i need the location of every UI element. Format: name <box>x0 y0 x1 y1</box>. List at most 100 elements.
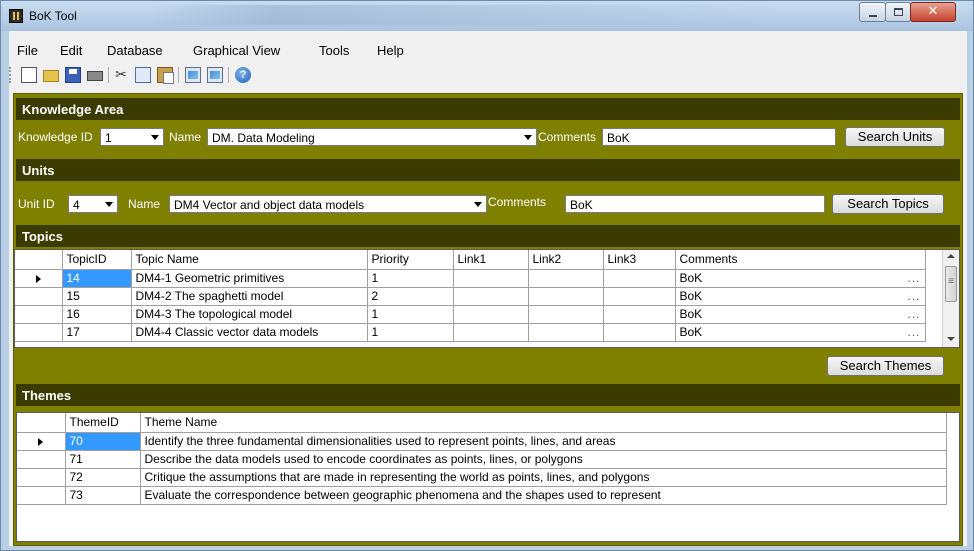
menu-database[interactable]: Database <box>107 43 163 58</box>
open-folder-icon[interactable] <box>43 70 59 82</box>
close-button[interactable]: ✕ <box>910 2 956 22</box>
row-header[interactable] <box>17 450 66 469</box>
search-themes-button[interactable]: Search Themes <box>827 356 944 376</box>
paste-icon[interactable] <box>157 67 174 84</box>
topic-name-cell[interactable]: DM4-4 Classic vector data models <box>131 323 368 342</box>
row-header[interactable] <box>15 305 63 324</box>
row-header[interactable] <box>17 468 66 487</box>
table-row[interactable]: 17 DM4-4 Classic vector data models 1 Bo… <box>15 323 926 342</box>
table-row[interactable]: 16 DM4-3 The topological model 1 BoK... <box>15 305 926 324</box>
link1-cell[interactable] <box>453 323 529 342</box>
theme-name-cell[interactable]: Identify the three fundamental dimension… <box>140 432 947 451</box>
menu-edit[interactable]: Edit <box>60 43 82 58</box>
menu-help[interactable]: Help <box>377 43 404 58</box>
table-row[interactable]: 15 DM4-2 The spaghetti model 2 BoK... <box>15 287 926 306</box>
menu-file[interactable]: File <box>17 43 38 58</box>
topic-name-cell[interactable]: DM4-2 The spaghetti model <box>131 287 368 306</box>
column-header[interactable]: Link2 <box>528 250 604 270</box>
theme-id-cell[interactable]: 72 <box>65 468 141 487</box>
table-row[interactable]: 70 Identify the three fundamental dimens… <box>17 432 947 451</box>
row-header[interactable] <box>15 287 63 306</box>
image-export-icon[interactable] <box>185 67 201 83</box>
search-topics-button[interactable]: Search Topics <box>832 194 944 214</box>
menu-graphical-view[interactable]: Graphical View <box>193 43 280 58</box>
topic-name-cell[interactable]: DM4-3 The topological model <box>131 305 368 324</box>
theme-id-cell[interactable]: 73 <box>65 486 141 505</box>
row-header[interactable] <box>17 486 66 505</box>
title-bar[interactable]: BoK Tool ✕ <box>1 1 973 31</box>
row-header[interactable] <box>15 269 63 288</box>
comments-cell[interactable]: BoK... <box>675 305 926 324</box>
priority-cell[interactable]: 1 <box>367 305 454 324</box>
link2-cell[interactable] <box>528 305 604 324</box>
comments-cell[interactable]: BoK... <box>675 269 926 288</box>
link3-cell[interactable] <box>603 269 676 288</box>
minimize-button[interactable] <box>859 2 886 22</box>
link3-cell[interactable] <box>603 323 676 342</box>
table-row[interactable]: 71 Describe the data models used to enco… <box>17 450 947 469</box>
unit-name-select[interactable]: DM4 Vector and object data models <box>169 195 487 213</box>
maximize-button[interactable] <box>885 2 911 22</box>
theme-name-cell[interactable]: Describe the data models used to encode … <box>140 450 947 469</box>
priority-cell[interactable]: 1 <box>367 323 454 342</box>
cut-icon[interactable]: ✂ <box>113 67 129 83</box>
link1-cell[interactable] <box>453 287 529 306</box>
comments-more-button[interactable]: ... <box>907 307 920 321</box>
save-icon[interactable] <box>65 67 81 83</box>
column-header[interactable]: Priority <box>367 250 454 270</box>
link2-cell[interactable] <box>528 269 604 288</box>
image-import-icon[interactable] <box>207 67 223 83</box>
column-header[interactable]: Topic Name <box>131 250 368 270</box>
copy-icon[interactable] <box>135 67 151 83</box>
theme-name-cell[interactable]: Critique the assumptions that are made i… <box>140 468 947 487</box>
comments-more-button[interactable]: ... <box>907 325 920 339</box>
help-icon[interactable]: ? <box>235 67 251 83</box>
knowledge-comments-field[interactable]: BoK <box>602 128 836 146</box>
topic-id-cell[interactable]: 14 <box>62 269 132 288</box>
menu-tools[interactable]: Tools <box>319 43 349 58</box>
row-header[interactable] <box>15 323 63 342</box>
unit-id-select[interactable]: 4 <box>68 195 118 213</box>
column-header[interactable]: Link3 <box>603 250 676 270</box>
table-row[interactable]: 73 Evaluate the correspondence between g… <box>17 486 947 505</box>
search-units-button[interactable]: Search Units <box>845 127 945 147</box>
knowledge-id-select[interactable]: 1 <box>100 128 164 146</box>
table-row[interactable]: 14 DM4-1 Geometric primitives 1 BoK... <box>15 269 926 288</box>
chevron-down-icon[interactable] <box>151 135 159 140</box>
topic-id-cell[interactable]: 16 <box>62 305 132 324</box>
link3-cell[interactable] <box>603 287 676 306</box>
priority-cell[interactable]: 1 <box>367 269 454 288</box>
column-header[interactable]: Comments <box>675 250 926 270</box>
theme-id-cell[interactable]: 70 <box>65 432 141 451</box>
knowledge-name-select[interactable]: DM. Data Modeling <box>207 128 537 146</box>
column-header[interactable]: ThemeID <box>65 413 141 433</box>
chevron-down-icon[interactable] <box>524 135 532 140</box>
topic-name-cell[interactable]: DM4-1 Geometric primitives <box>131 269 368 288</box>
scroll-up-icon[interactable] <box>947 254 955 258</box>
topic-id-cell[interactable]: 17 <box>62 323 132 342</box>
chevron-down-icon[interactable] <box>105 202 113 207</box>
new-file-icon[interactable] <box>21 67 37 83</box>
column-header[interactable]: TopicID <box>62 250 132 270</box>
link1-cell[interactable] <box>453 269 529 288</box>
row-header-corner[interactable] <box>17 413 66 433</box>
print-icon[interactable] <box>87 71 103 81</box>
link2-cell[interactable] <box>528 323 604 342</box>
toolbar-grip[interactable] <box>9 67 12 83</box>
theme-id-cell[interactable]: 71 <box>65 450 141 469</box>
comments-cell[interactable]: BoK... <box>675 287 926 306</box>
link1-cell[interactable] <box>453 305 529 324</box>
scroll-thumb[interactable] <box>945 266 957 302</box>
topic-id-cell[interactable]: 15 <box>62 287 132 306</box>
comments-more-button[interactable]: ... <box>907 271 920 285</box>
comments-more-button[interactable]: ... <box>907 289 920 303</box>
unit-comments-field[interactable]: BoK <box>565 195 825 213</box>
topics-scrollbar[interactable] <box>942 250 959 347</box>
row-header-corner[interactable] <box>15 250 63 270</box>
column-header[interactable]: Link1 <box>453 250 529 270</box>
chevron-down-icon[interactable] <box>474 202 482 207</box>
theme-name-cell[interactable]: Evaluate the correspondence between geog… <box>140 486 947 505</box>
comments-cell[interactable]: BoK... <box>675 323 926 342</box>
scroll-down-icon[interactable] <box>947 337 955 341</box>
priority-cell[interactable]: 2 <box>367 287 454 306</box>
